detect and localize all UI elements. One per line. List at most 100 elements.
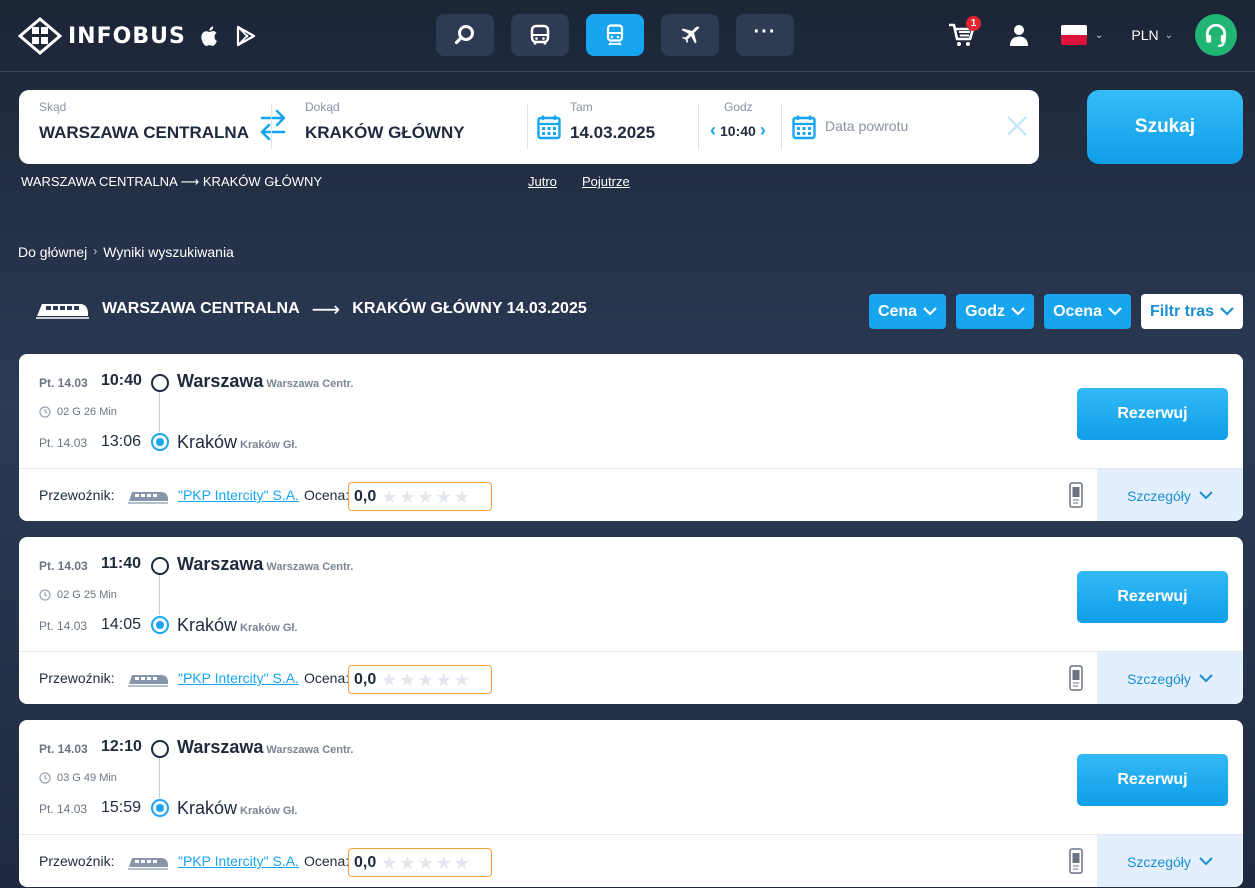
time-label: Godz <box>724 100 753 114</box>
rating-value: 0,0 <box>354 853 377 871</box>
star-icon: ★ <box>417 486 434 507</box>
sort-price-label: Cena <box>877 302 918 320</box>
cart-count-badge: 1 <box>965 16 981 31</box>
details-button[interactable]: Szczegóły <box>1097 469 1243 521</box>
book-button[interactable]: Rezerwuj <box>1077 388 1228 440</box>
carrier-row: Przewoźnik: "PKP Intercity" S.A. Ocena: … <box>19 834 1243 887</box>
carrier-link[interactable]: "PKP Intercity" S.A. <box>178 853 299 869</box>
arrival-city-name: Kraków <box>177 432 238 452</box>
currency-label: PLN <box>1131 27 1159 43</box>
language-selector[interactable]: ⌄ <box>1060 25 1103 45</box>
breadcrumb: Do głównej › Wyniki wyszukiwania <box>18 244 234 260</box>
nav-more-button[interactable]: ··· <box>736 14 794 56</box>
rating-label: Ocena: <box>304 487 350 503</box>
carrier-row: Przewoźnik: "PKP Intercity" S.A. Ocena: … <box>19 651 1243 704</box>
to-field[interactable]: Dokąd KRAKÓW GŁÓWNY <box>305 90 525 164</box>
logo[interactable]: INFOBUS <box>18 17 258 55</box>
clock-icon <box>39 772 51 784</box>
trip-times: Pt. 14.03 12:10 03 G 49 Min Pt. 14.03 15… <box>19 720 1243 834</box>
book-button[interactable]: Rezerwuj <box>1077 754 1228 806</box>
time-value: 10:40 <box>720 122 756 139</box>
time-prev-icon[interactable]: ‹ <box>710 120 716 141</box>
nav-train-button[interactable] <box>586 14 644 56</box>
arrow-right-icon: ⟶ <box>311 298 341 321</box>
star-icon: ★ <box>381 486 398 507</box>
route-to-date: KRAKÓW GŁÓWNY 14.03.2025 <box>352 300 587 317</box>
departure-city-name: Warszawa <box>177 371 264 391</box>
result-card: Pt. 14.03 10:40 02 G 26 Min Pt. 14.03 13… <box>19 354 1243 521</box>
departure-station: Warszawa Centr. <box>266 744 354 756</box>
from-label: Skąd <box>39 100 67 114</box>
carrier-link[interactable]: "PKP Intercity" S.A. <box>178 670 299 686</box>
trip-duration: 03 G 49 Min <box>39 772 117 784</box>
user-icon[interactable] <box>1007 23 1031 47</box>
time-next-icon[interactable]: › <box>760 120 766 141</box>
apple-icon[interactable] <box>198 24 222 48</box>
brand-name: INFOBUS <box>68 23 186 49</box>
train-icon <box>128 858 168 870</box>
departure-time: 11:40 <box>101 555 142 572</box>
train-icon <box>606 24 624 46</box>
sort-time-button[interactable]: Godz <box>956 294 1035 329</box>
arrival-city: Kraków Kraków Gł. <box>177 798 298 819</box>
sort-filters: Cena Godz Ocena Filtr tras <box>868 294 1243 329</box>
rating-label: Ocena: <box>304 853 350 869</box>
from-input[interactable]: WARSZAWA CENTRALNA <box>39 123 249 143</box>
google-play-icon[interactable] <box>234 24 258 48</box>
cart-button[interactable]: 1 <box>947 16 981 50</box>
chevron-down-icon <box>1199 491 1213 500</box>
star-icon: ★ <box>381 852 398 873</box>
divider <box>527 104 528 150</box>
star-icon: ★ <box>453 486 470 507</box>
star-icon: ★ <box>435 852 452 873</box>
book-button[interactable]: Rezerwuj <box>1077 571 1228 623</box>
route-filter-button[interactable]: Filtr tras <box>1140 294 1243 329</box>
arrival-city: Kraków Kraków Gł. <box>177 615 298 636</box>
day-after-tomorrow-link[interactable]: Pojutrze <box>582 174 630 189</box>
breadcrumb-current: Wyniki wyszukiwania <box>103 244 234 260</box>
sort-rating-button[interactable]: Ocena <box>1044 294 1131 329</box>
search-button[interactable]: Szukaj <box>1087 90 1243 164</box>
train-icon <box>36 304 89 319</box>
nav-search-button[interactable] <box>436 14 494 56</box>
headset-icon <box>1205 23 1227 47</box>
carrier-row: Przewoźnik: "PKP Intercity" S.A. Ocena: … <box>19 468 1243 521</box>
departure-date: Pt. 14.03 <box>39 742 88 756</box>
details-label: Szczegóły <box>1127 670 1191 687</box>
rating-value: 0,0 <box>354 487 377 505</box>
swap-icon[interactable] <box>257 108 289 142</box>
from-field[interactable]: Skąd WARSZAWA CENTRALNA <box>39 90 259 164</box>
return-date-input[interactable]: Data powrotu <box>825 118 908 134</box>
nav-bus-button[interactable] <box>511 14 569 56</box>
nav-plane-button[interactable] <box>661 14 719 56</box>
chevron-down-icon <box>923 307 937 316</box>
timeline-line <box>159 390 160 432</box>
departure-city: Warszawa Warszawa Centr. <box>177 737 353 758</box>
date-field[interactable]: Tam 14.03.2025 <box>570 90 690 164</box>
departure-city-name: Warszawa <box>177 737 264 757</box>
arrival-date: Pt. 14.03 <box>39 436 88 450</box>
train-icon <box>128 675 168 687</box>
currency-selector[interactable]: PLN ⌄ <box>1131 27 1173 43</box>
breadcrumb-home-link[interactable]: Do głównej <box>18 244 87 260</box>
departure-point-icon <box>151 557 169 575</box>
train-icon <box>128 492 168 504</box>
details-button[interactable]: Szczegóły <box>1097 652 1243 704</box>
close-icon[interactable] <box>1005 114 1029 138</box>
departure-station: Warszawa Centr. <box>266 378 354 390</box>
date-input[interactable]: 14.03.2025 <box>570 123 655 143</box>
arrival-point-icon <box>151 616 169 634</box>
arrival-city-name: Kraków <box>177 798 238 818</box>
chevron-down-icon: ⌄ <box>1164 29 1173 41</box>
duration-text: 02 G 25 Min <box>57 589 117 601</box>
tomorrow-link[interactable]: Jutro <box>528 174 557 189</box>
carrier-link[interactable]: "PKP Intercity" S.A. <box>178 487 299 503</box>
details-button[interactable]: Szczegóły <box>1097 835 1243 887</box>
to-input[interactable]: KRAKÓW GŁÓWNY <box>305 123 465 143</box>
arrival-city-name: Kraków <box>177 615 238 635</box>
more-icon: ··· <box>753 21 777 43</box>
sort-price-button[interactable]: Cena <box>868 294 947 329</box>
carrier-label: Przewoźnik: <box>39 670 115 686</box>
details-label: Szczegóły <box>1127 487 1191 504</box>
support-button[interactable] <box>1195 14 1237 56</box>
